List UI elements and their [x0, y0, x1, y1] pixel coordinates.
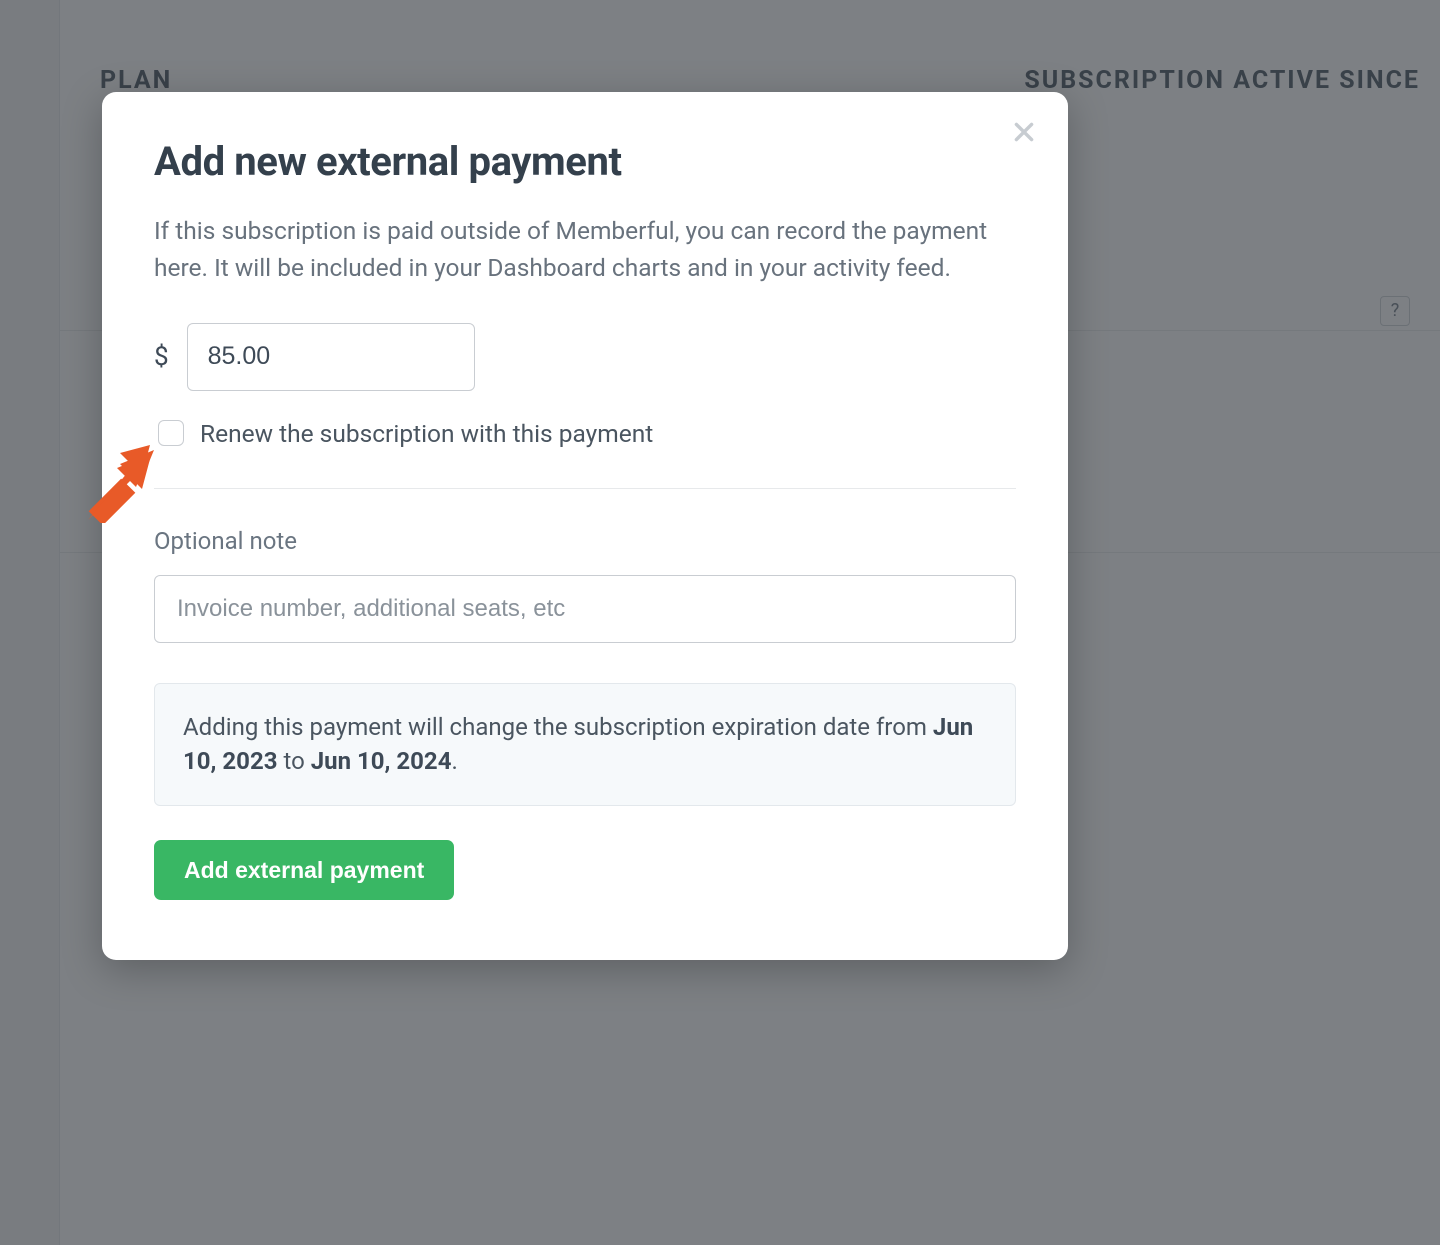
renew-checkbox-row[interactable]: Renew the subscription with this payment	[154, 419, 1016, 448]
amount-input[interactable]	[187, 323, 475, 391]
note-input[interactable]	[154, 575, 1016, 643]
info-to-date: Jun 10, 2024	[311, 747, 452, 775]
add-external-payment-button[interactable]: Add external payment	[154, 840, 454, 900]
renew-checkbox-label: Renew the subscription with this payment	[200, 419, 653, 448]
note-label: Optional note	[154, 527, 1016, 555]
amount-row: $	[154, 323, 1016, 391]
add-external-payment-modal: Add new external payment If this subscri…	[102, 92, 1068, 960]
close-icon	[1011, 119, 1037, 145]
currency-symbol: $	[154, 342, 169, 372]
info-text-middle: to	[278, 747, 311, 775]
renew-checkbox[interactable]	[158, 420, 184, 446]
section-divider	[154, 488, 1016, 489]
modal-title: Add new external payment	[154, 138, 1016, 185]
expiration-info-box: Adding this payment will change the subs…	[154, 683, 1016, 807]
info-text-prefix: Adding this payment will change the subs…	[183, 713, 933, 741]
modal-description: If this subscription is paid outside of …	[154, 213, 994, 287]
info-text-suffix: .	[451, 747, 457, 775]
close-button[interactable]	[1006, 114, 1042, 150]
